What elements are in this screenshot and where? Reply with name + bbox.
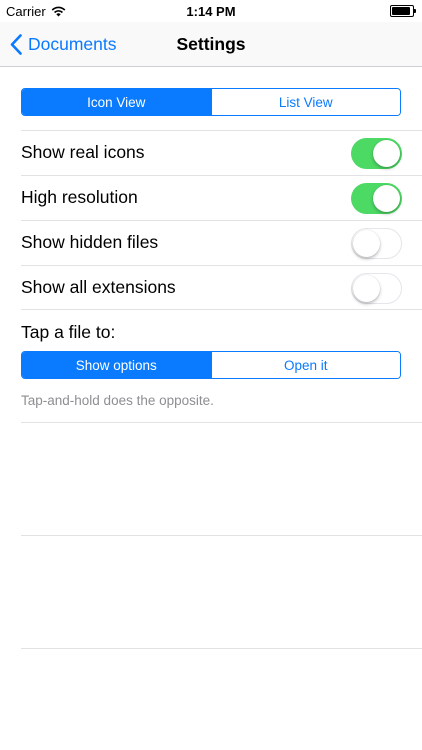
- setting-row-high-resolution: High resolution: [21, 175, 422, 219]
- show-hidden-files-toggle[interactable]: [351, 228, 402, 259]
- segment-open-it[interactable]: Open it: [210, 352, 400, 378]
- setting-label: Show hidden files: [21, 232, 159, 252]
- toggle-knob: [353, 274, 380, 302]
- toggle-knob: [353, 229, 380, 257]
- high-resolution-toggle[interactable]: [351, 183, 402, 214]
- setting-row-show-real-icons: Show real icons: [21, 130, 422, 174]
- setting-row-show-hidden-files: Show hidden files: [21, 220, 422, 264]
- setting-label: Show real icons: [21, 142, 145, 162]
- segment-icon-view[interactable]: Icon View: [22, 89, 211, 115]
- page-title: Settings: [176, 34, 246, 54]
- status-bar: Carrier 1:14 PM: [0, 0, 422, 22]
- setting-label: Show all extensions: [21, 277, 176, 297]
- setting-label: High resolution: [21, 187, 138, 207]
- show-real-icons-toggle[interactable]: [351, 138, 402, 169]
- tap-action-label: Tap a file to:: [21, 322, 116, 342]
- status-time: 1:14 PM: [186, 4, 236, 19]
- toggle-knob: [373, 185, 400, 212]
- toggle-knob: [373, 140, 400, 167]
- battery-fill: [392, 7, 410, 15]
- separator: [21, 648, 422, 649]
- setting-row-show-all-extensions: Show all extensions: [21, 265, 422, 309]
- battery-icon: [390, 5, 416, 17]
- tap-action-segmented-control: Show options Open it: [21, 351, 401, 379]
- show-all-extensions-toggle[interactable]: [351, 273, 402, 304]
- segment-show-options[interactable]: Show options: [22, 352, 211, 378]
- separator: [21, 309, 422, 310]
- separator: [21, 535, 422, 536]
- navigation-bar: Documents Settings: [0, 22, 422, 67]
- view-mode-segmented-control: Icon View List View: [21, 88, 401, 116]
- tap-action-footnote: Tap-and-hold does the opposite.: [21, 393, 214, 408]
- separator: [21, 422, 422, 423]
- segment-list-view[interactable]: List View: [210, 89, 400, 115]
